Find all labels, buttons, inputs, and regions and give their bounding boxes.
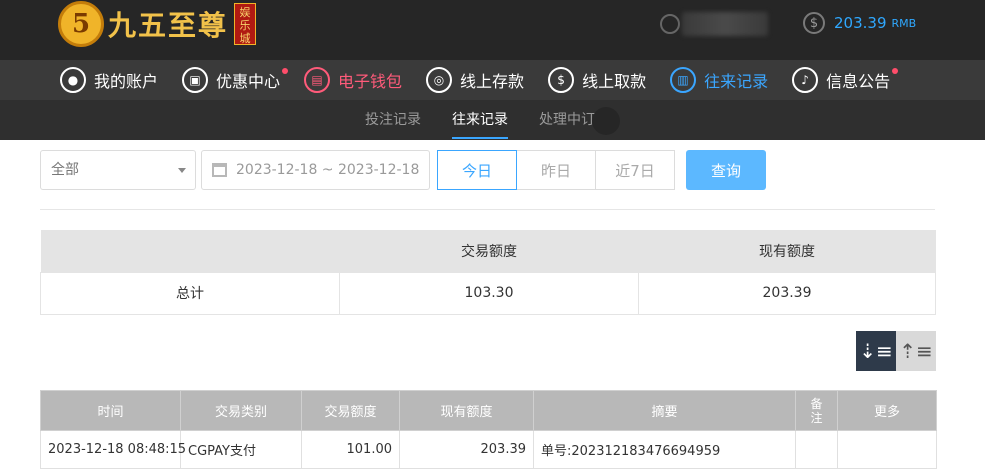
sort-descending-icon[interactable]: ⇣≡: [856, 331, 896, 371]
records-header-row: 时间 交易类别 交易额度 现有额度 摘要 备注 更多: [40, 390, 937, 431]
range-today-button[interactable]: 今日: [437, 150, 517, 190]
username-redacted: [682, 12, 768, 36]
logo-text: 九五至尊: [108, 9, 229, 42]
summary-row: 总计 103.30 203.39: [40, 271, 936, 315]
divider: [40, 209, 935, 210]
gift-icon: ▣: [182, 67, 209, 93]
nav-label: 往来记录: [704, 72, 769, 91]
date-range-input[interactable]: 2023-12-18 ~ 2023-12-18: [201, 150, 430, 190]
sort-ascending-icon[interactable]: ⇡≡: [896, 331, 936, 371]
wallet-icon: ▤: [304, 67, 331, 93]
range-7days-button[interactable]: 近7日: [595, 150, 675, 190]
col-type: 交易类别: [180, 390, 302, 431]
chevron-down-icon: [178, 168, 186, 173]
nav-label: 信息公告: [826, 72, 891, 91]
logo-badge: 娱乐城: [234, 3, 257, 45]
nav-announcements[interactable]: ♪ 信息公告: [792, 60, 899, 100]
user-icon: ●: [60, 67, 86, 93]
tab-transaction-records[interactable]: 往来记录: [452, 100, 508, 140]
summary-label: 总计: [40, 271, 340, 315]
nav-label: 优惠中心: [216, 72, 281, 91]
logo-mark: 5: [58, 1, 104, 47]
query-button[interactable]: 查询: [686, 150, 766, 190]
cursor-shadow: [592, 107, 620, 135]
cell-time: 2023-12-18 08:48:15: [40, 430, 186, 469]
type-select-value: 全部: [51, 162, 79, 178]
range-yesterday-button[interactable]: 昨日: [516, 150, 596, 190]
main-nav: ● 我的账户 ▣ 优惠中心 ▤ 电子钱包 ◎ 线上存款 $ 线上取款 ▥ 往来记…: [0, 60, 985, 100]
cell-more[interactable]: [837, 430, 937, 469]
summary-header-row: 交易额度 现有额度: [40, 230, 936, 272]
summary-header: 现有额度: [638, 230, 936, 272]
summary-transaction-total: 103.30: [339, 271, 639, 315]
records-icon: ▥: [670, 67, 697, 93]
col-note: 备注: [795, 390, 838, 431]
user-icon: [660, 14, 680, 34]
bell-icon: ♪: [792, 67, 819, 93]
nav-e-wallet[interactable]: ▤ 电子钱包: [304, 60, 402, 100]
site-logo[interactable]: 5 九五至尊 娱乐城: [58, 0, 257, 48]
dollar-icon: $: [803, 12, 825, 34]
deposit-icon: ◎: [426, 67, 453, 93]
cell-type: CGPAY支付: [180, 430, 302, 469]
nav-label: 线上取款: [582, 72, 647, 91]
cell-summary: 单号:202312183476694959: [533, 430, 796, 469]
sub-tabs: 投注记录 往来记录 处理中订: [0, 100, 985, 140]
summary-header: [40, 230, 340, 272]
summary-header: 交易额度: [339, 230, 639, 272]
cell-note: [795, 430, 838, 469]
col-time: 时间: [40, 390, 181, 431]
col-more: 更多: [837, 390, 937, 431]
col-amount: 交易额度: [301, 390, 400, 431]
balance-value: 203.39: [834, 14, 887, 32]
nav-label: 电子钱包: [338, 72, 403, 91]
nav-my-account[interactable]: ● 我的账户: [60, 60, 158, 100]
summary-table: 交易额度 现有额度 总计 103.30 203.39: [40, 230, 936, 315]
nav-records[interactable]: ▥ 往来记录: [670, 60, 768, 100]
records-table: 时间 交易类别 交易额度 现有额度 摘要 备注 更多 2023-12-18 08…: [40, 390, 937, 469]
balance-currency: RMB: [891, 16, 917, 30]
type-select[interactable]: 全部: [40, 150, 196, 190]
nav-label: 我的账户: [94, 72, 159, 91]
notification-dot: [282, 68, 289, 74]
nav-label: 线上存款: [460, 72, 525, 91]
nav-withdraw[interactable]: $ 线上取款: [548, 60, 646, 100]
calendar-icon: [212, 163, 227, 177]
nav-promotions[interactable]: ▣ 优惠中心: [182, 60, 289, 100]
quick-range-group: 今日 昨日 近7日: [437, 150, 675, 190]
col-summary: 摘要: [533, 390, 796, 431]
notification-dot: [892, 68, 899, 74]
top-header: 5 九五至尊 娱乐城 $ 203.39 RMB: [0, 0, 985, 60]
table-row: 2023-12-18 08:48:15 CGPAY支付 101.00 203.3…: [40, 430, 937, 469]
balance-display: $ 203.39 RMB: [803, 12, 916, 34]
tab-bet-records[interactable]: 投注记录: [365, 100, 421, 140]
date-range-value: 2023-12-18 ~ 2023-12-18: [236, 162, 420, 178]
col-balance: 现有额度: [399, 390, 534, 431]
tab-pending-orders[interactable]: 处理中订: [539, 100, 595, 140]
user-account-area[interactable]: [660, 12, 768, 36]
cell-amount: 101.00: [301, 430, 400, 469]
nav-deposit[interactable]: ◎ 线上存款: [426, 60, 524, 100]
withdraw-icon: $: [548, 67, 575, 93]
summary-current-balance: 203.39: [638, 271, 936, 315]
cell-balance: 203.39: [399, 430, 534, 469]
